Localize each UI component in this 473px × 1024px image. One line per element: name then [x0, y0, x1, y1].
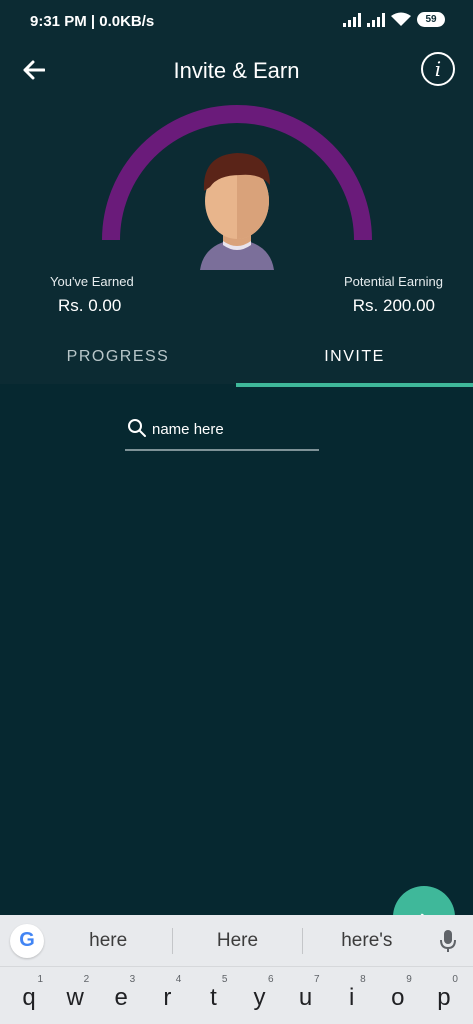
wifi-icon	[391, 12, 411, 26]
key-i[interactable]: i8	[332, 971, 372, 1024]
suggestion-3[interactable]: here's	[303, 930, 431, 952]
earnings-gauge	[102, 105, 372, 270]
key-p[interactable]: p0	[424, 971, 464, 1024]
tab-progress[interactable]: PROGRESS	[0, 330, 236, 384]
signal-icon	[343, 12, 361, 27]
key-label: w	[66, 983, 84, 1011]
tab-indicator	[236, 383, 473, 387]
tab-invite-label: INVITE	[324, 348, 385, 365]
key-label: y	[253, 983, 266, 1011]
microphone-icon	[439, 929, 456, 952]
status-icons: 59	[343, 12, 445, 27]
key-label: u	[298, 983, 313, 1011]
key-t[interactable]: t5	[193, 971, 233, 1024]
suggestion-2[interactable]: Here	[173, 930, 301, 952]
key-hint: 0	[452, 974, 458, 985]
info-button[interactable]: i	[421, 52, 455, 86]
google-icon[interactable]: G	[10, 923, 44, 958]
key-label: t	[210, 983, 217, 1011]
key-hint: 7	[314, 974, 320, 985]
status-time: 9:31 PM | 0.0KB/s	[30, 13, 155, 30]
key-r[interactable]: r4	[147, 971, 187, 1024]
key-u[interactable]: u7	[286, 971, 326, 1024]
earned-label: You've Earned	[50, 274, 134, 289]
key-hint: 5	[221, 974, 228, 985]
search-field	[125, 414, 319, 451]
status-bar: 9:31 PM | 0.0KB/s 59	[0, 0, 473, 44]
potential-earning-label: Potential Earning	[343, 274, 443, 289]
tab-bar: PROGRESS INVITE	[0, 330, 473, 387]
key-hint: 4	[175, 974, 182, 985]
key-label: i	[349, 983, 355, 1011]
signal-r-icon	[367, 12, 385, 27]
key-hint: 6	[267, 974, 274, 985]
key-label: o	[391, 983, 405, 1011]
header-panel: 9:31 PM | 0.0KB/s 59 Invite & Earn i You…	[0, 0, 473, 387]
key-hint: 1	[37, 974, 44, 985]
page-title: Invite & Earn	[173, 58, 300, 83]
key-hint: 2	[83, 974, 90, 985]
key-e[interactable]: e3	[101, 971, 141, 1024]
keyboard-row: q1 w2 e3 r4 t5 y6 u7 i8 o9 p0	[0, 971, 473, 1024]
key-label: e	[114, 983, 128, 1011]
earned-value: Rs. 0.00	[58, 296, 122, 315]
suggestion-bar: G here Here here's	[0, 915, 473, 967]
info-icon: i	[434, 57, 442, 81]
key-label: q	[22, 983, 36, 1011]
key-q[interactable]: q1	[9, 971, 49, 1024]
key-hint: 3	[129, 974, 136, 985]
app-bar: Invite & Earn i	[0, 44, 473, 100]
avatar	[200, 153, 274, 270]
key-w[interactable]: w2	[55, 971, 95, 1024]
key-label: r	[163, 983, 172, 1011]
battery-indicator: 59	[417, 12, 445, 27]
keyboard: G here Here here's q1 w2 e3 r4 t5 y6 u7 …	[0, 915, 473, 1024]
key-label: p	[437, 983, 451, 1011]
mic-button[interactable]	[431, 929, 465, 953]
potential-earning-value: Rs. 200.00	[352, 296, 435, 315]
key-hint: 9	[406, 974, 412, 985]
search-input[interactable]	[152, 417, 312, 441]
key-o[interactable]: o9	[378, 971, 418, 1024]
search-icon	[128, 419, 146, 437]
key-hint: 8	[360, 974, 366, 985]
tab-invite[interactable]: INVITE	[236, 330, 473, 387]
suggestion-1[interactable]: here	[44, 930, 172, 952]
key-y[interactable]: y6	[240, 971, 280, 1024]
